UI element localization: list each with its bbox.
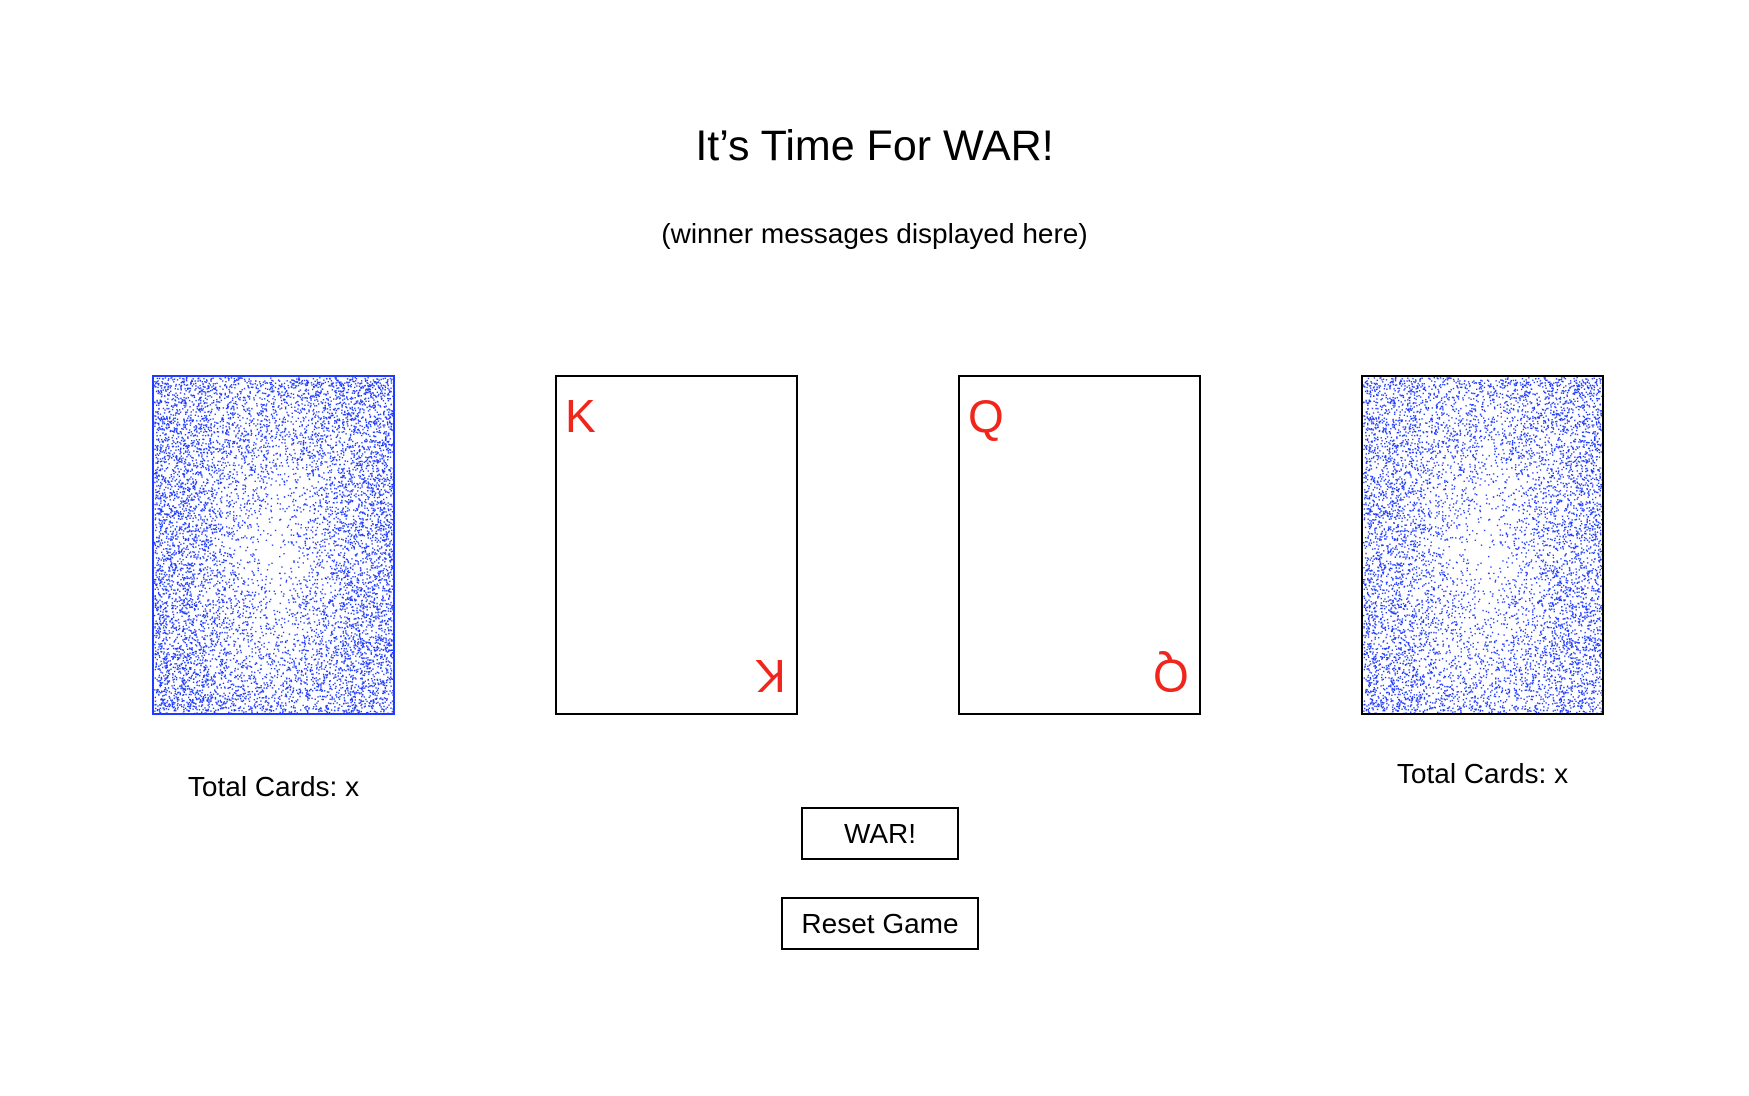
card-back-pattern [154, 377, 393, 713]
player2-total-cards: Total Cards: x [1396, 758, 1569, 789]
player2-deck[interactable] [1361, 375, 1604, 715]
card-rank-bottom: Q [1153, 650, 1189, 702]
card-rank-top: Q [968, 390, 1004, 442]
winner-message: (winner messages displayed here) [661, 218, 1088, 249]
player1-played-card: K K [555, 375, 798, 715]
player2-played-card: Q Q [958, 375, 1201, 715]
reset-game-button[interactable]: Reset Game [781, 897, 979, 950]
card-rank-bottom: K [755, 650, 786, 702]
player1-total-cards: Total Cards: x [187, 771, 360, 802]
war-button[interactable]: WAR! [801, 807, 959, 860]
player1-deck[interactable] [152, 375, 395, 715]
card-back-pattern [1363, 377, 1602, 713]
page-title: It’s Time For WAR! [695, 122, 1054, 170]
card-rank-top: K [565, 390, 596, 442]
